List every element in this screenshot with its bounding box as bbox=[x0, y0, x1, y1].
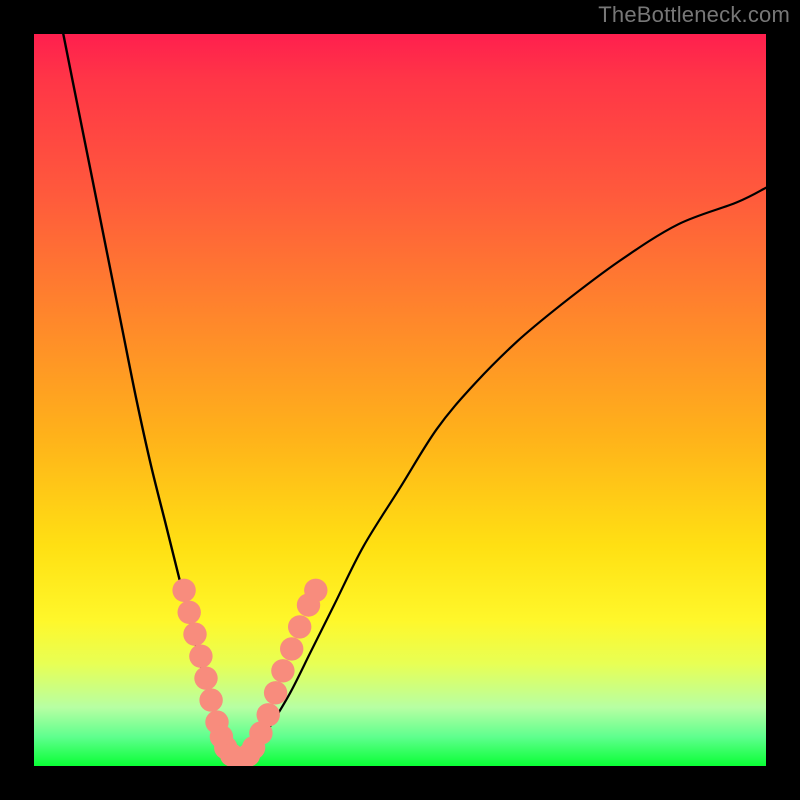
marker-dot bbox=[237, 743, 260, 766]
marker-dot bbox=[242, 736, 265, 759]
marker-dot bbox=[172, 579, 195, 602]
chart-svg bbox=[34, 34, 766, 766]
plot-area bbox=[34, 34, 766, 766]
marker-dot bbox=[178, 601, 201, 624]
marker-dot bbox=[210, 725, 233, 748]
marker-dot bbox=[231, 747, 254, 766]
marker-dot bbox=[264, 681, 287, 704]
curve-left bbox=[63, 34, 239, 762]
marker-dot bbox=[214, 736, 237, 759]
marker-dot bbox=[304, 579, 327, 602]
marker-dot bbox=[280, 637, 303, 660]
watermark-text: TheBottleneck.com bbox=[598, 2, 790, 28]
marker-dot bbox=[257, 703, 280, 726]
marker-dot bbox=[194, 667, 217, 690]
marker-dot bbox=[220, 743, 243, 766]
marker-dot bbox=[249, 721, 272, 744]
chart-frame: TheBottleneck.com bbox=[0, 0, 800, 800]
marker-dot bbox=[288, 615, 311, 638]
marker-dots bbox=[172, 579, 327, 766]
marker-dot bbox=[226, 747, 249, 766]
marker-dot bbox=[189, 645, 212, 668]
curve-right bbox=[239, 188, 766, 763]
marker-dot bbox=[199, 688, 222, 711]
marker-dot bbox=[205, 710, 228, 733]
marker-dot bbox=[297, 593, 320, 616]
marker-dot bbox=[183, 623, 206, 646]
marker-dot bbox=[271, 659, 294, 682]
